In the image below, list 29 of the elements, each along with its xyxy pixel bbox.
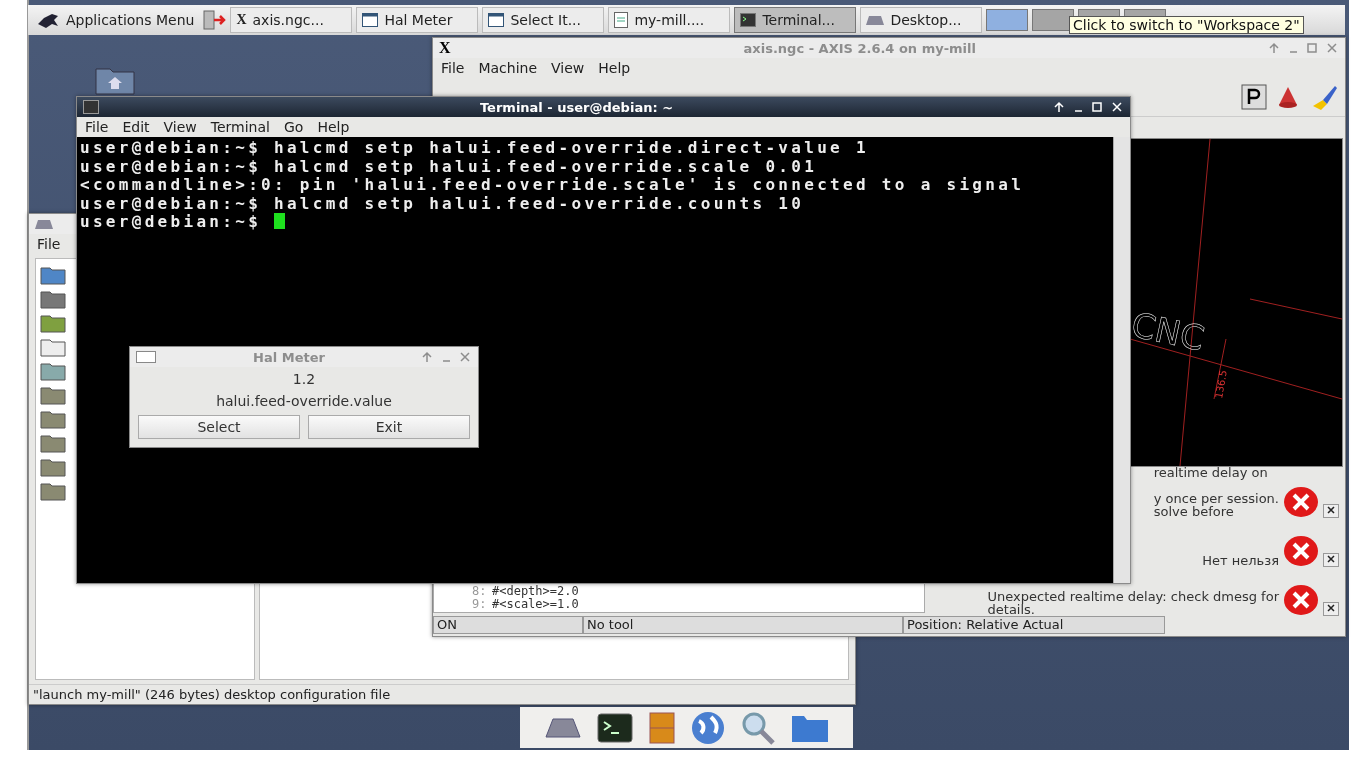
status-field: Position: Relative Actual bbox=[903, 616, 1165, 634]
terminal-line: <commandline>:0: pin 'halui.feed-override.scale' is connected to a signal bbox=[80, 176, 1026, 195]
tooltip: Click to switch to "Workspace 2" bbox=[1069, 16, 1304, 34]
gcode-line: #<scale>=1.0 bbox=[492, 598, 579, 611]
terminal-line: user@debian:~$ halcmd setp halui.feed-override.counts 10 bbox=[80, 194, 806, 213]
window-title: Hal Meter bbox=[252, 349, 326, 365]
status-bar: "launch my-mill" (246 bytes) desktop configuration file bbox=[29, 684, 855, 704]
line-number: 9: bbox=[472, 598, 486, 611]
notification-text: Нет нельзя bbox=[1202, 554, 1279, 567]
notification-text: Unexpected realtime delay: check dmesg for bbox=[987, 590, 1279, 603]
pin-name: halui.feed-override.value bbox=[216, 393, 392, 409]
terminal-line: user@debian:~$ halcmd setp halui.feed-override.direct-value 1 bbox=[80, 139, 870, 158]
gcode-line: #<depth>=2.0 bbox=[492, 585, 579, 598]
dimension-label: 136.5 bbox=[1213, 369, 1229, 400]
status-field: ON bbox=[433, 616, 583, 634]
meter-value: 1.2 bbox=[292, 371, 316, 387]
preview-label: CNC bbox=[1130, 304, 1208, 359]
window-title: Terminal - user@debian: ~ bbox=[478, 99, 675, 115]
notification-text: y once per session. bbox=[1153, 492, 1279, 505]
status-field: No tool bbox=[583, 616, 903, 634]
terminal-line: user@debian:~$ bbox=[80, 213, 1110, 232]
notification-text: realtime delay on bbox=[1153, 466, 1269, 479]
notification-text: details. bbox=[987, 603, 1035, 616]
terminal-line: user@debian:~$ halcmd setp halui.feed-override.scale 0.01 bbox=[80, 157, 819, 176]
x-logo: X bbox=[236, 12, 247, 28]
app-logo: X bbox=[439, 39, 451, 57]
window-title: axis.ngc - AXIS 2.6.4 on my-mill bbox=[742, 40, 977, 56]
notification-text: solve before bbox=[1153, 505, 1235, 518]
line-number: 8: bbox=[472, 585, 486, 598]
